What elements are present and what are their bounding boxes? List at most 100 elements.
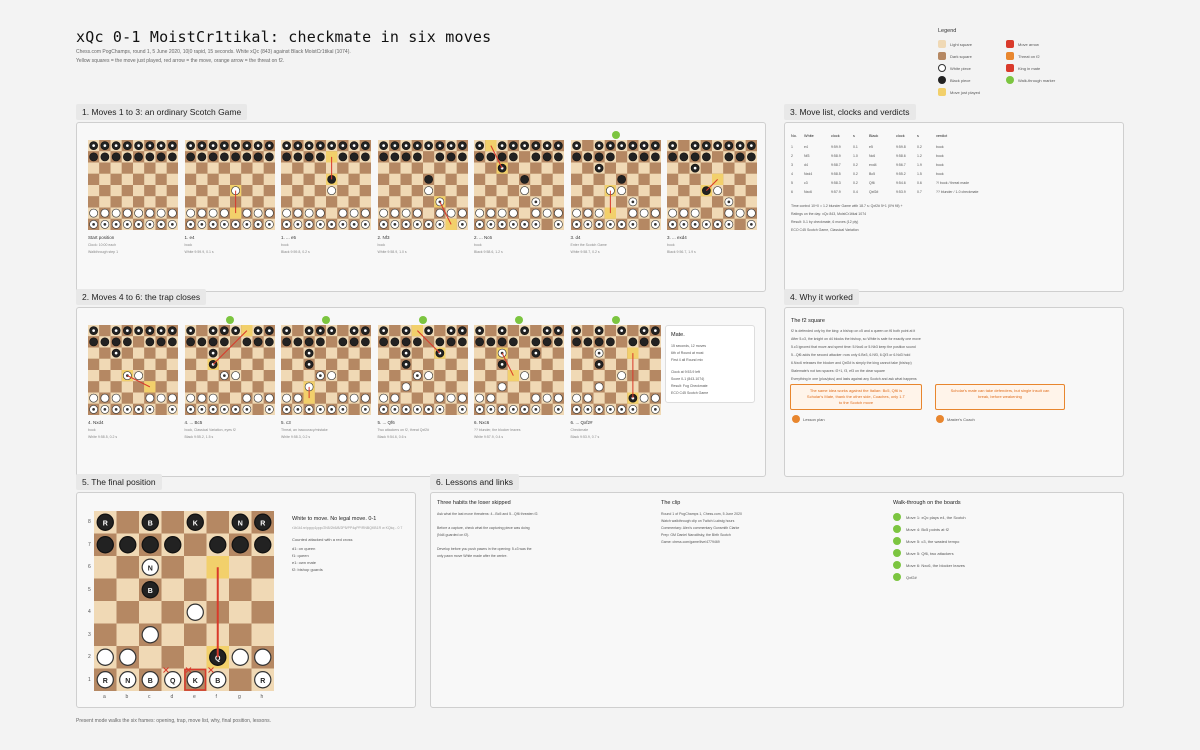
mini-board[interactable] — [377, 140, 468, 230]
mate-line: ECO C45 Scotch Game — [671, 391, 709, 395]
piece-mark — [523, 144, 526, 147]
piece-letter: N — [125, 678, 130, 685]
black-piece — [747, 152, 756, 162]
mini-board[interactable] — [474, 325, 564, 415]
walkthrough-step[interactable]: Move 5: c3, the wasted tempo — [893, 537, 959, 545]
board-square — [303, 185, 315, 197]
mini-board[interactable] — [88, 140, 178, 230]
board-square — [485, 162, 497, 174]
black-piece — [282, 337, 291, 347]
black-piece — [230, 152, 240, 162]
piece-mark — [750, 144, 753, 147]
mini-board[interactable] — [88, 325, 178, 415]
walkthrough-marker-icon[interactable] — [322, 316, 330, 324]
walkthrough-marker-icon[interactable] — [418, 316, 427, 324]
piece-mark — [619, 144, 623, 147]
table-cell: e5 — [869, 145, 873, 149]
mini-board[interactable] — [474, 140, 564, 230]
walkthrough-step[interactable]: Move 1: xQc plays e4, the Scotch — [893, 513, 966, 521]
board-square — [615, 347, 627, 359]
mini-board[interactable] — [570, 140, 661, 230]
table-header: s — [853, 134, 855, 138]
white-piece — [475, 208, 484, 218]
mini-board[interactable] — [184, 325, 275, 415]
step-label: Move 6: Nxc6, the blocker leaves — [906, 562, 965, 568]
black-piece — [497, 152, 507, 162]
mate-line: Score 0-1 (843-1074) — [671, 377, 705, 381]
board-square — [133, 185, 145, 197]
board-square — [615, 336, 627, 348]
mini-board[interactable] — [184, 140, 275, 230]
piece-mark — [159, 144, 163, 147]
piece-mark — [352, 329, 356, 332]
table-cell: exd4 — [869, 163, 877, 167]
legend-item: Move arrow — [1006, 40, 1039, 48]
piece-mark — [319, 374, 322, 377]
step-label: Move 4: Bc5 points at f2 — [906, 526, 949, 532]
piece-mark — [114, 408, 118, 411]
white-piece — [254, 648, 272, 666]
legend: Legend Light square Dark square White pi… — [938, 28, 1098, 98]
table-cell: 0.4 — [853, 190, 858, 194]
callout-text: The same idea works against the Italian:… — [806, 388, 906, 405]
list-item: only pawn move White made after the cent… — [437, 554, 508, 558]
subtitle-meta: Chess.com PogChamps, round 1, 5 June 202… — [76, 49, 351, 55]
board-square — [88, 162, 100, 174]
black-piece — [435, 337, 444, 347]
walkthrough-step[interactable]: Move 6: Nxc6, the blocker leaves — [893, 561, 965, 569]
board-square — [507, 381, 519, 393]
black-piece — [702, 152, 711, 162]
board-square — [155, 358, 167, 370]
piece-mark — [233, 223, 237, 226]
table-note: Time control 10+0 = 1.2 blunder Game wit… — [791, 204, 903, 208]
board-square — [456, 185, 468, 197]
board-square — [570, 196, 582, 208]
piece-mark — [296, 408, 300, 411]
why-line: 6.Nxc6 releases the blocker and Qxf2# is… — [791, 361, 912, 365]
black-piece — [168, 337, 177, 347]
count-line: d1: on queen — [292, 546, 316, 551]
board-square — [422, 347, 434, 359]
mini-board[interactable] — [281, 325, 371, 415]
board-square — [229, 173, 241, 185]
walkthrough-marker-icon[interactable] — [611, 316, 620, 324]
mini-board[interactable] — [281, 140, 371, 230]
board-square — [218, 381, 230, 393]
piece-mark — [478, 223, 481, 226]
mate-line: 15 seconds, 12 moves — [671, 344, 707, 348]
piece-mark — [211, 144, 214, 147]
walkthrough-marker-icon[interactable] — [611, 131, 620, 139]
board-square — [649, 185, 661, 197]
white-piece — [457, 208, 467, 218]
walkthrough-step[interactable]: Move 4: Bc5 points at f2 — [893, 525, 949, 533]
mini-board[interactable] — [667, 140, 757, 230]
board-square — [734, 173, 746, 185]
board-square — [411, 173, 423, 185]
board-square — [723, 173, 735, 185]
mini-board[interactable] — [377, 325, 468, 415]
marker-icon — [1006, 76, 1014, 84]
board-square — [99, 370, 111, 382]
piece-mark — [512, 223, 515, 226]
piece-mark — [200, 408, 203, 411]
list-item: (Nd4 guarded on f2). — [437, 533, 470, 537]
mini-board[interactable] — [570, 325, 661, 415]
black-piece — [457, 337, 467, 347]
board-square — [626, 185, 638, 197]
piece-mark — [523, 329, 526, 332]
walkthrough-marker-icon[interactable] — [515, 316, 523, 324]
walkthrough-marker-icon[interactable] — [225, 316, 234, 324]
walkthrough-step[interactable]: Qxf2# — [893, 573, 917, 581]
board-square — [552, 370, 564, 382]
board-square — [581, 347, 593, 359]
table-header: White — [804, 134, 814, 138]
board-square — [411, 392, 423, 404]
walkthrough-step[interactable]: Move 5: Qf6, two attackers — [893, 549, 954, 557]
board-square — [649, 358, 661, 370]
board-square — [359, 358, 371, 370]
board-square — [292, 381, 304, 393]
board-square — [474, 370, 486, 382]
board-square — [348, 185, 360, 197]
piece-letter: B — [148, 520, 153, 527]
board-square — [99, 381, 111, 393]
